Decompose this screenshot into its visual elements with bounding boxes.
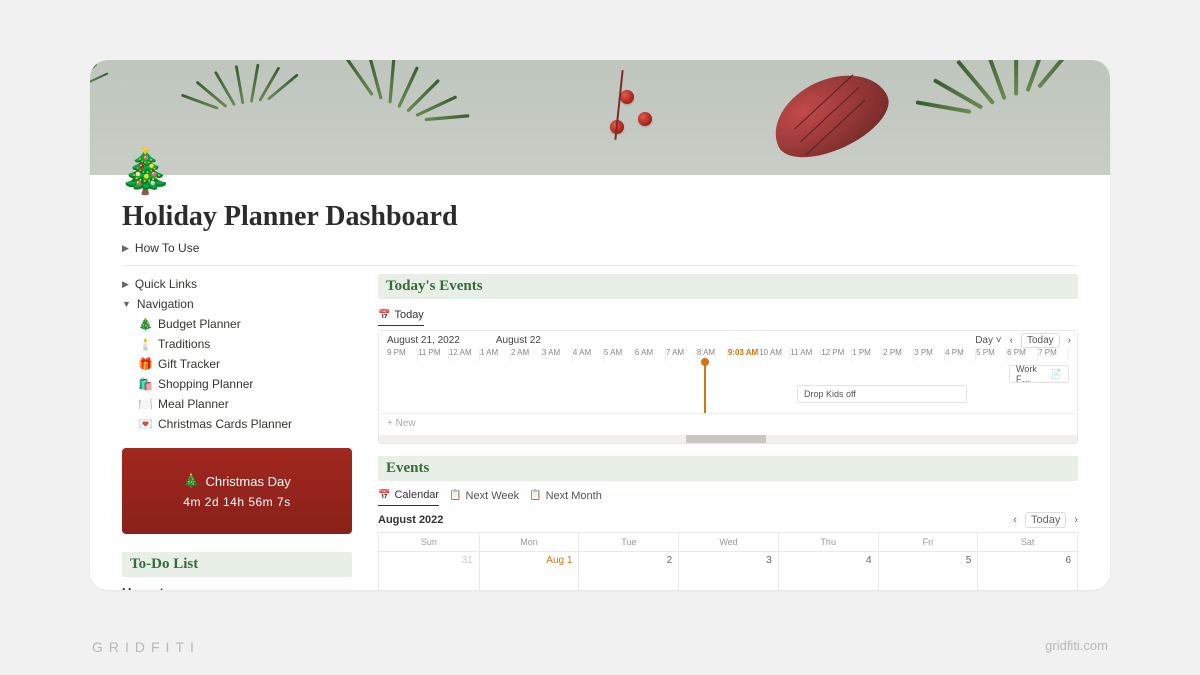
caret-right-icon: ▶ [122, 279, 129, 290]
page-title[interactable]: Holiday Planner Dashboard [122, 201, 1078, 233]
nav-item-cards-planner[interactable]: 💌Christmas Cards Planner [122, 414, 352, 434]
divider [122, 265, 1078, 266]
plate-icon: 🍽️ [138, 397, 152, 411]
timeline-date: August 21, 2022 [387, 335, 460, 346]
toggle-quick-links[interactable]: ▶ Quick Links [122, 274, 352, 294]
events-header: Events [378, 456, 1078, 481]
list-icon: 📋 [449, 490, 461, 501]
timeline-event-drop-kids[interactable]: Drop Kids off [797, 385, 967, 403]
timeline-prev[interactable]: ‹ [1010, 335, 1013, 346]
calendar-cell[interactable]: 6 [977, 552, 1077, 590]
timeline-next[interactable]: › [1068, 335, 1071, 346]
timeline-scrollbar[interactable] [379, 435, 1077, 443]
caret-down-icon: ▼ [122, 299, 131, 309]
calendar-cell[interactable]: 3 [678, 552, 778, 590]
berry-decoration [638, 112, 652, 126]
todo-header: To-Do List [122, 552, 352, 577]
countdown-time: 4m 2d 14h 56m 7s [183, 495, 290, 509]
timeline[interactable]: Day ˅ ‹ Today › August 21, 2022 August 2… [378, 330, 1078, 444]
countdown-title: Christmas Day [205, 474, 290, 489]
gift-icon: 🎁 [138, 357, 152, 371]
nav-item-meal-planner[interactable]: 🍽️Meal Planner [122, 394, 352, 414]
view-tab-calendar[interactable]: 📅Calendar [378, 485, 439, 506]
sidebar: ▶ Quick Links ▼ Navigation 🎄Budget Plann… [122, 274, 352, 590]
toggle-how-to-use[interactable]: ▶ How To Use [122, 241, 1078, 255]
calendar-icon: 📅 [378, 310, 390, 321]
tree-icon: 🎄 [183, 473, 199, 489]
cover-image [90, 60, 1110, 175]
card-icon: 💌 [138, 417, 152, 431]
watermark-left: GRIDFITI [92, 639, 200, 655]
caret-right-icon: ▶ [122, 243, 129, 254]
calendar-next[interactable]: › [1074, 514, 1078, 526]
watermark-right: gridfiti.com [1045, 638, 1108, 653]
view-tab-today[interactable]: 📅 Today [378, 305, 424, 326]
tree-icon: 🎄 [138, 317, 152, 331]
berry-decoration [620, 90, 634, 104]
list-icon: 📋 [529, 490, 541, 501]
todo-urgent-label: Urgent [122, 585, 352, 590]
countdown-widget: 🎄 Christmas Day 4m 2d 14h 56m 7s [122, 448, 352, 534]
nav-item-shopping-planner[interactable]: 🛍️Shopping Planner [122, 374, 352, 394]
main-column: Today's Events 📅 Today Day ˅ ‹ Today › [378, 274, 1078, 590]
navigation-label: Navigation [137, 297, 194, 311]
nav-item-traditions[interactable]: 🕯️Traditions [122, 334, 352, 354]
calendar-cell[interactable]: 4 [778, 552, 878, 590]
calendar-month-label: August 2022 [378, 514, 443, 526]
notion-page-frame: 🎄 Holiday Planner Dashboard ▶ How To Use… [90, 60, 1110, 590]
calendar-cell[interactable]: 5 [878, 552, 978, 590]
bag-icon: 🛍️ [138, 377, 152, 391]
view-tab-next-month[interactable]: 📋Next Month [529, 486, 602, 506]
calendar-cell[interactable]: 31 [379, 552, 479, 590]
timeline-event-work[interactable]: Work F… 📄 [1009, 365, 1069, 383]
timeline-today-button[interactable]: Today [1021, 333, 1060, 348]
calendar-cell[interactable]: Aug 1 [479, 552, 579, 590]
now-indicator [704, 361, 706, 413]
candle-icon: 🕯️ [138, 337, 152, 351]
view-tab-next-week[interactable]: 📋Next Week [449, 486, 519, 506]
calendar-prev[interactable]: ‹ [1013, 514, 1017, 526]
leaf-decoration [761, 60, 899, 172]
nav-item-budget-planner[interactable]: 🎄Budget Planner [122, 314, 352, 334]
timeline-new-row[interactable]: + New [379, 413, 1077, 435]
quick-links-label: Quick Links [135, 277, 197, 291]
calendar-grid[interactable]: SunMonTueWedThuFriSat 31Aug 123456 78910… [378, 532, 1078, 590]
calendar-cell[interactable]: 2 [578, 552, 678, 590]
timeline-date: August 22 [496, 335, 541, 346]
timeline-hours: 9 PM11 PM12 AM1 AM2 AM3 AM4 AM5 AM6 AM7 … [379, 346, 1077, 361]
how-to-use-label: How To Use [135, 241, 199, 255]
today-events-header: Today's Events [378, 274, 1078, 299]
toggle-navigation[interactable]: ▼ Navigation [122, 294, 352, 314]
calendar-icon: 📅 [378, 490, 390, 501]
nav-item-gift-tracker[interactable]: 🎁Gift Tracker [122, 354, 352, 374]
calendar-today-button[interactable]: Today [1025, 512, 1066, 528]
page-icon[interactable]: 🎄 [118, 150, 173, 194]
granularity-select[interactable]: Day ˅ [975, 335, 1001, 346]
